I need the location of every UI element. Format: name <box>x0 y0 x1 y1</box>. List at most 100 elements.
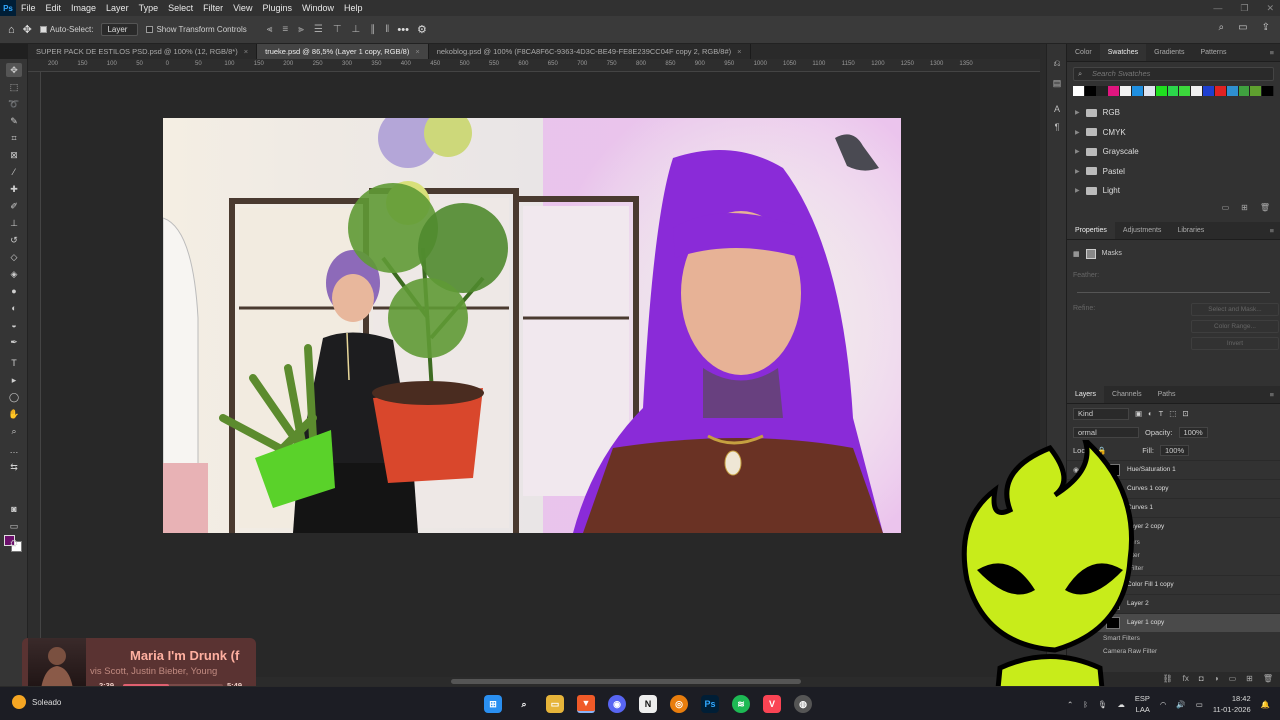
vector-mask-icon[interactable] <box>1085 248 1096 259</box>
chevron-right-icon[interactable]: ▶ <box>1075 168 1080 175</box>
fill-input[interactable]: 100% <box>1159 445 1190 456</box>
share-icon[interactable]: ⇪ <box>1262 22 1270 33</box>
menu-edit[interactable]: Edit <box>41 3 67 13</box>
notifications-icon[interactable]: 🔔 <box>1261 700 1270 709</box>
delete-icon[interactable]: 🗑 <box>1260 203 1270 212</box>
auto-select-target[interactable]: Layer <box>101 23 139 36</box>
menu-type[interactable]: Type <box>134 3 164 13</box>
distribute-icon[interactable]: ‖ <box>385 24 389 35</box>
mic-icon[interactable]: 🎙 <box>1098 700 1108 709</box>
weather-widget[interactable]: Soleado <box>12 695 61 709</box>
menu-select[interactable]: Select <box>163 3 198 13</box>
color-swatch[interactable] <box>1155 86 1168 96</box>
panel-menu-icon[interactable]: ≡ <box>1270 222 1274 240</box>
feather-slider[interactable] <box>1077 291 1270 293</box>
color-swatch[interactable] <box>1191 86 1204 96</box>
settings-gear-icon[interactable]: ⚙ <box>417 23 427 36</box>
color-swatch[interactable] <box>1262 86 1275 96</box>
kind-filter-select[interactable]: Kind <box>1073 407 1129 420</box>
file-explorer-icon[interactable]: ▭ <box>546 695 564 713</box>
menu-view[interactable]: View <box>228 3 257 13</box>
discord-icon[interactable]: ◉ <box>608 695 626 713</box>
photoshop-taskbar-icon[interactable]: Ps <box>701 695 719 713</box>
menu-layer[interactable]: Layer <box>101 3 134 13</box>
history-icon[interactable]: ⎌ <box>1050 58 1064 72</box>
tab-libraries[interactable]: Libraries <box>1169 222 1212 239</box>
move-tool-icon[interactable]: ✥ <box>6 63 22 77</box>
color-swatch[interactable] <box>1250 86 1263 96</box>
home-icon[interactable]: ⌂ <box>8 24 15 36</box>
tab-channels[interactable]: Channels <box>1104 386 1150 403</box>
windows-start-icon[interactable]: ⊞ <box>484 695 502 713</box>
new-layer-icon[interactable]: ⊞ <box>1246 672 1253 686</box>
chevron-right-icon[interactable]: ▶ <box>1075 187 1080 194</box>
move-tool-icon[interactable]: ✥ <box>23 23 32 36</box>
brush-tool-icon[interactable]: ✐ <box>6 199 22 213</box>
filter-smart-icon[interactable]: ⊡ <box>1182 409 1188 418</box>
search-swatches-input[interactable]: ⌕ Search Swatches <box>1073 67 1274 81</box>
document-image[interactable] <box>163 118 901 533</box>
align-left-icon[interactable]: ⫷ <box>267 24 273 35</box>
link-layers-icon[interactable]: ⛓ <box>1163 672 1173 686</box>
filter-type-icon[interactable]: T <box>1159 409 1164 418</box>
menu-image[interactable]: Image <box>66 3 101 13</box>
tab-swatches[interactable]: Swatches <box>1099 44 1147 61</box>
edit-toolbar-icon[interactable]: ⛭ <box>6 536 22 550</box>
menu-window[interactable]: Window <box>297 3 339 13</box>
bluetooth-icon[interactable]: ᛒ <box>1083 700 1088 709</box>
scroll-thumb[interactable] <box>451 679 801 684</box>
screen-mode-icon[interactable]: ▭ <box>6 519 22 533</box>
type-tool-icon[interactable]: T <box>6 356 22 370</box>
panel-menu-icon[interactable]: ≡ <box>1270 386 1274 404</box>
color-swatch[interactable] <box>1179 86 1192 96</box>
blend-mode-select[interactable]: ormal <box>1073 427 1139 438</box>
close-icon[interactable]: ✕ <box>1266 0 1274 16</box>
lasso-tool-icon[interactable]: ➰ <box>6 97 22 111</box>
paragraph-icon[interactable]: ¶ <box>1050 122 1064 136</box>
paint-bucket-tool-icon[interactable]: ◈ <box>6 267 22 281</box>
color-swatch[interactable] <box>1084 86 1097 96</box>
default-colors-icon[interactable]: ⇆ <box>6 460 22 474</box>
dodge-tool-icon[interactable]: ◐ <box>6 301 22 315</box>
notion-icon[interactable]: N <box>639 695 657 713</box>
add-mask-icon[interactable]: ◘ <box>1199 672 1204 686</box>
blur-tool-icon[interactable]: ● <box>6 284 22 298</box>
brave-browser-icon[interactable]: ▼ <box>577 695 595 713</box>
tab-paths[interactable]: Paths <box>1150 386 1184 403</box>
menu-plugins[interactable]: Plugins <box>257 3 297 13</box>
sponge-tool-icon[interactable]: ◒ <box>6 318 22 332</box>
path-select-tool-icon[interactable]: ▸ <box>6 373 22 387</box>
quick-mask-icon[interactable]: ◙ <box>6 502 22 516</box>
panel-menu-icon[interactable]: ≡ <box>1270 44 1274 62</box>
eyedropper-tool-icon[interactable]: ⁄ <box>6 165 22 179</box>
select-and-mask-button[interactable]: Select and Mask... <box>1191 302 1279 316</box>
clone-stamp-tool-icon[interactable]: ⊥ <box>6 216 22 230</box>
align-right-icon[interactable]: ⫸ <box>298 24 304 35</box>
swatch-folder[interactable]: ▶ RGB <box>1067 103 1280 123</box>
menu-filter[interactable]: Filter <box>198 3 228 13</box>
pen-tool-icon[interactable]: ✒ <box>6 335 22 349</box>
onedrive-icon[interactable]: ☁ <box>1117 700 1125 709</box>
color-swatch[interactable] <box>1073 86 1085 96</box>
search-icon[interactable]: ⌕ <box>515 695 533 713</box>
color-swatch[interactable] <box>1214 86 1227 96</box>
fx-icon[interactable]: fx <box>1183 672 1189 686</box>
new-swatch-icon[interactable]: ⊞ <box>1241 203 1248 212</box>
swatch-folder[interactable]: ▶ Light <box>1067 181 1280 201</box>
frame-tool-icon[interactable]: ⊠ <box>6 148 22 162</box>
tab-properties[interactable]: Properties <box>1067 221 1115 239</box>
color-swatch[interactable] <box>1108 86 1121 96</box>
tab-adjustments[interactable]: Adjustments <box>1115 222 1170 239</box>
delete-layer-icon[interactable]: 🗑 <box>1263 672 1273 686</box>
more-options-button[interactable]: ••• <box>397 24 409 36</box>
filter-shape-icon[interactable]: ⬚ <box>1169 409 1176 418</box>
tab-layers[interactable]: Layers <box>1067 385 1105 403</box>
search-icon[interactable]: ⌕ <box>1219 22 1225 33</box>
clock[interactable]: 18:42 11-01-2026 <box>1213 693 1251 715</box>
character-icon[interactable]: A <box>1050 104 1064 118</box>
marquee-tool-icon[interactable]: ⬚ <box>6 80 22 94</box>
filter-adjustment-icon[interactable]: ◐ <box>1148 409 1153 418</box>
chevron-right-icon[interactable]: ▶ <box>1075 148 1080 155</box>
tab-trueke[interactable]: trueke.psd @ 86,5% (Layer 1 copy, RGB/8)… <box>257 44 429 59</box>
minimize-icon[interactable]: — <box>1213 0 1222 16</box>
